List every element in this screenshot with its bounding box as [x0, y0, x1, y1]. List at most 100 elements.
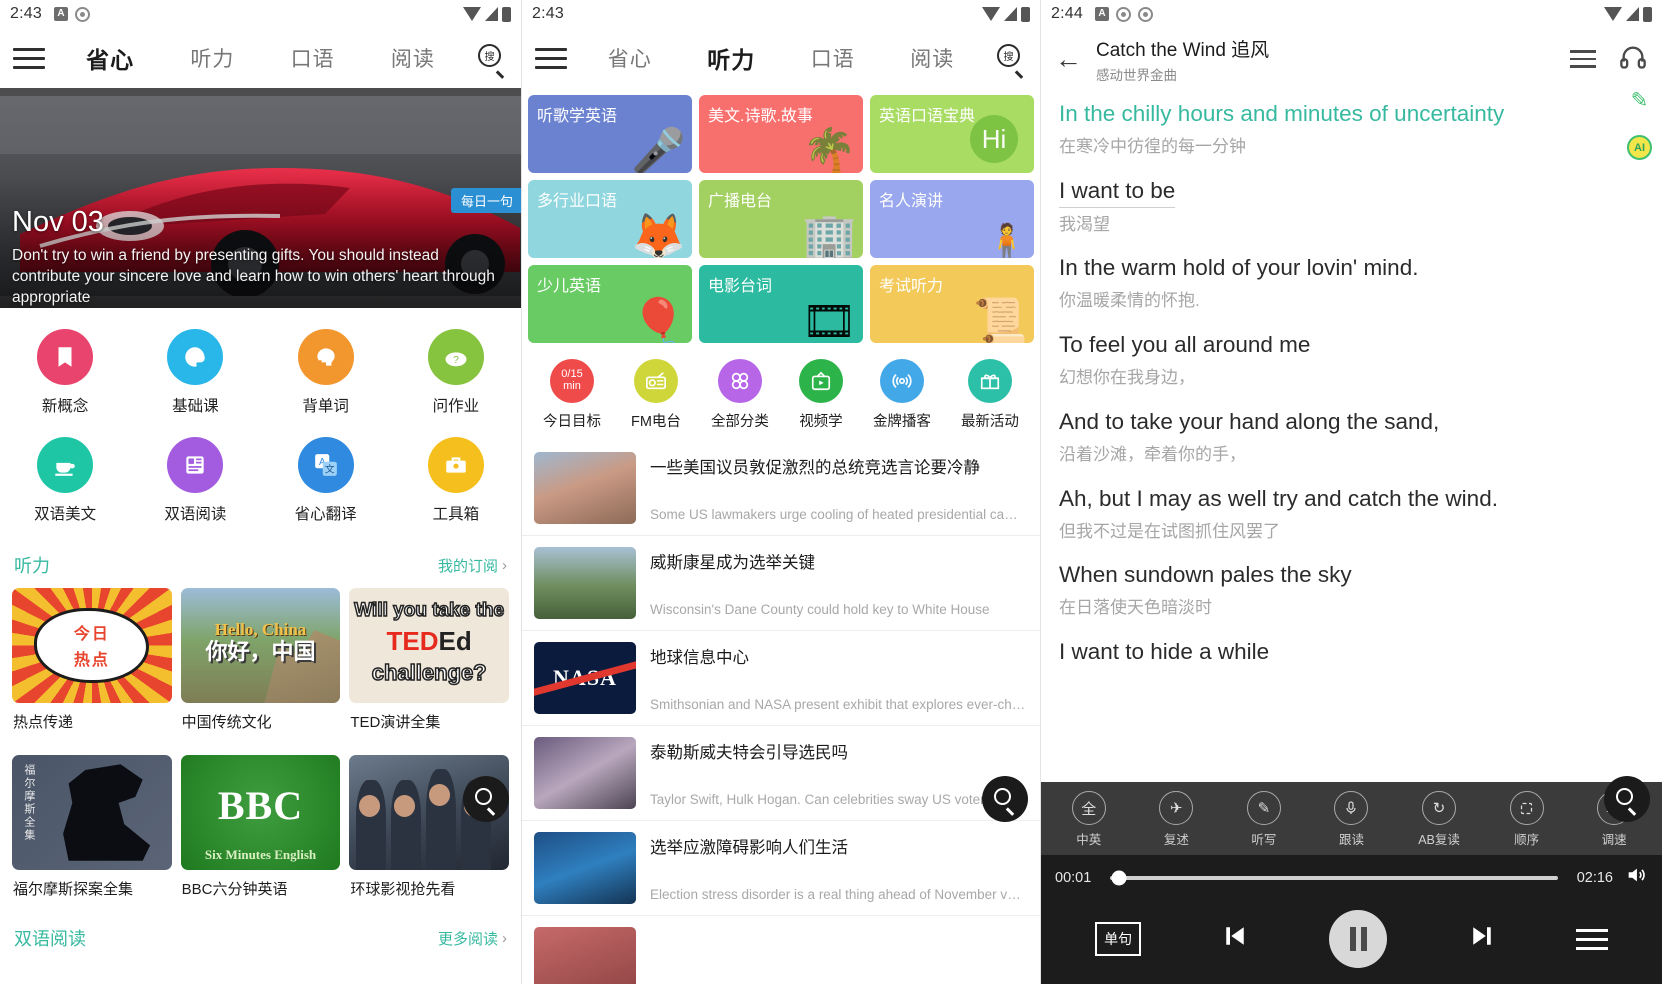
- coffee-cup-icon: [37, 437, 94, 493]
- player-tool-tingxie[interactable]: ✎ 听写: [1229, 791, 1299, 848]
- tab-kouyu[interactable]: 口语: [291, 43, 335, 73]
- quick-video-learn[interactable]: 视频学: [798, 359, 843, 431]
- tool-label: 调速: [1601, 833, 1627, 847]
- shortcut-shengxinfanyi[interactable]: A文 省心翻译: [261, 428, 391, 536]
- back-arrow-icon[interactable]: ←: [1055, 45, 1082, 73]
- news-item[interactable]: 一些美国议员敦促激烈的总统竞选言论要冷静 Some US lawmakers u…: [522, 441, 1040, 536]
- quick-fm-radio[interactable]: FM电台: [631, 359, 681, 431]
- shortcut-shuangyumeiwen[interactable]: 双语美文: [0, 428, 130, 536]
- playlist-icon[interactable]: [1570, 50, 1596, 68]
- menu-icon[interactable]: [0, 47, 58, 69]
- news-item[interactable]: 选举应激障碍影响人们生活 Election stress disorder is…: [522, 821, 1040, 916]
- category-mingrenyanjiang[interactable]: 名人演讲 🧍: [870, 180, 1034, 258]
- lyric-line[interactable]: I want to be 我渴望: [1059, 175, 1642, 237]
- cover-text: 热点: [73, 652, 110, 670]
- shortcut-beidanci[interactable]: 背单词: [261, 320, 391, 428]
- search-fab-1[interactable]: [463, 776, 509, 822]
- pause-button[interactable]: [1329, 910, 1388, 968]
- tab-yuedu[interactable]: 阅读: [391, 43, 435, 73]
- lyric-line[interactable]: In the warm hold of your lovin' mind. 你温…: [1059, 252, 1642, 313]
- search-fab-2[interactable]: [982, 776, 1028, 822]
- cover-text: 福尔摩斯全集: [22, 764, 35, 842]
- news-item[interactable]: 泰勒斯威夫特会引导选民吗 Taylor Swift, Hulk Hogan. C…: [522, 726, 1040, 821]
- category-duoxingye[interactable]: 多行业口语 🦊: [528, 180, 692, 258]
- lyric-en: I want to be: [1059, 175, 1176, 208]
- shortcut-shuangyuyuedu[interactable]: 双语阅读: [130, 428, 260, 536]
- category-shaoeryingyu[interactable]: 少儿英语 🎈: [528, 265, 692, 343]
- shortcut-jichuke[interactable]: 基础课: [130, 320, 260, 428]
- search-icon: 搜: [997, 44, 1025, 78]
- lyric-line[interactable]: When sundown pales the sky 在日落使天色暗淡时: [1059, 559, 1642, 620]
- tab-yuedu[interactable]: 阅读: [910, 43, 954, 73]
- tab-tingli[interactable]: 听力: [190, 43, 234, 73]
- headset-icon[interactable]: [1618, 43, 1648, 76]
- tab-kouyu[interactable]: 口语: [811, 43, 855, 73]
- shortcut-wenzuoye[interactable]: ? 问作业: [391, 320, 521, 428]
- lyrics-list[interactable]: In the chilly hours and minutes of uncer…: [1041, 90, 1662, 806]
- listening-card[interactable]: 福尔摩斯全集 福尔摩斯探案全集: [12, 755, 172, 913]
- quick-label: 视频学: [799, 414, 843, 430]
- quick-all-categories[interactable]: 全部分类: [711, 359, 769, 431]
- progress-thumb[interactable]: [1111, 870, 1127, 885]
- search-fab-3[interactable]: [1604, 776, 1650, 822]
- menu-icon[interactable]: [1575, 928, 1608, 950]
- lyric-line[interactable]: Ah, but I may as well try and catch the …: [1059, 483, 1642, 544]
- news-thumbnail: [534, 832, 636, 904]
- more-reading-link[interactable]: 更多阅读 ›: [438, 928, 507, 949]
- progress-slider[interactable]: [1110, 870, 1558, 885]
- ai-icon[interactable]: AI: [1627, 135, 1652, 160]
- lyric-en: In the chilly hours and minutes of uncer…: [1059, 101, 1505, 126]
- lyric-line[interactable]: In the chilly hours and minutes of uncer…: [1059, 98, 1642, 159]
- panel-listening: 2:43 省心 听力 口语 阅读 搜 听歌学英语 🎤 美文.诗歌.故事 🌴 英语…: [521, 0, 1040, 984]
- lyric-line[interactable]: And to take your hand along the sand, 沿着…: [1059, 406, 1642, 467]
- search-button-2[interactable]: 搜: [982, 44, 1040, 78]
- category-dianyingtaici[interactable]: 电影台词 🎞: [699, 265, 863, 343]
- news-item[interactable]: 威斯康星成为选举关键 Wisconsin's Dane County could…: [522, 536, 1040, 631]
- pen-icon[interactable]: ✎: [1631, 88, 1649, 113]
- tab-tingli[interactable]: 听力: [707, 41, 755, 75]
- listening-card[interactable]: Hello, China 你好，中国 中国传统文化: [180, 588, 341, 746]
- palm-tree-icon: 🌴: [802, 127, 857, 173]
- category-meiwen[interactable]: 美文.诗歌.故事 🌴: [699, 95, 863, 173]
- player-tool-gendu[interactable]: 跟读: [1316, 791, 1386, 848]
- tab-shengxin[interactable]: 省心: [608, 43, 652, 73]
- listening-card[interactable]: BBC Six Minutes English BBC六分钟英语: [180, 755, 341, 913]
- lyric-line[interactable]: To feel you all around me 幻想你在我身边，: [1059, 329, 1642, 390]
- search-button-1[interactable]: 搜: [463, 44, 521, 78]
- card-caption: TED演讲全集: [350, 714, 441, 731]
- lyric-cn: 你温暖柔情的怀抱.: [1059, 291, 1200, 311]
- category-tingge[interactable]: 听歌学英语 🎤: [528, 95, 692, 173]
- player-tool-shunxu[interactable]: 顺序: [1492, 791, 1562, 848]
- category-kaoshitingli[interactable]: 考试听力 📜: [870, 265, 1034, 343]
- listening-card[interactable]: 今日 热点 热点传递: [12, 588, 172, 746]
- album-subtitle: 感动世界金曲: [1096, 67, 1177, 83]
- daily-banner[interactable]: 每日一句 Nov 03 Don't try to win a friend by…: [0, 88, 521, 308]
- quick-podcast[interactable]: 金牌播客: [873, 359, 931, 431]
- category-kouyubaodian[interactable]: 英语口语宝典 Hi: [870, 95, 1034, 173]
- next-icon[interactable]: [1464, 921, 1500, 957]
- shortcut-xingainian[interactable]: 新概念: [0, 320, 130, 428]
- menu-icon[interactable]: [522, 47, 580, 69]
- listening-card[interactable]: Will you take the TEDEd challenge? TED演讲…: [349, 588, 509, 746]
- quick-action-row: 0/15 min 今日目标 FM电台 全部分类 视频学 金牌播客 最新活动: [522, 343, 1040, 441]
- player-tool-fushu[interactable]: ✈ 复述: [1141, 791, 1211, 848]
- quick-today-goal[interactable]: 0/15 min 今日目标: [543, 359, 601, 431]
- news-item[interactable]: [522, 916, 1040, 984]
- tab-shengxin[interactable]: 省心: [86, 41, 134, 75]
- shortcut-gongjuxiang[interactable]: 工具箱: [391, 428, 521, 536]
- news-title-cn: 选举应激障碍影响人们生活: [650, 839, 848, 857]
- quick-latest-activity[interactable]: 最新活动: [961, 359, 1019, 431]
- player-tool-zhongying[interactable]: 全 中英: [1054, 791, 1124, 848]
- news-item[interactable]: NASA 地球信息中心 Smithsonian and NASA present…: [522, 631, 1040, 726]
- news-title-cn: 地球信息中心: [650, 649, 749, 667]
- player-tool-abfudu[interactable]: ↻ AB复读: [1404, 791, 1474, 848]
- category-guangbo[interactable]: 广播电台 🏢: [699, 180, 863, 258]
- volume-icon[interactable]: [1624, 864, 1648, 891]
- my-subscription-link[interactable]: 我的订阅 ›: [438, 555, 507, 576]
- status-bar-1: 2:43 A: [0, 0, 521, 28]
- prev-icon[interactable]: [1217, 921, 1253, 957]
- ted-ed-cover-image: Will you take the TEDEd challenge?: [349, 588, 509, 703]
- loop-mode-button[interactable]: 单句: [1095, 922, 1142, 956]
- top-tab-bar-1: 省心 听力 口语 阅读 搜: [0, 28, 521, 88]
- lyric-line[interactable]: I want to hide a while: [1059, 636, 1642, 668]
